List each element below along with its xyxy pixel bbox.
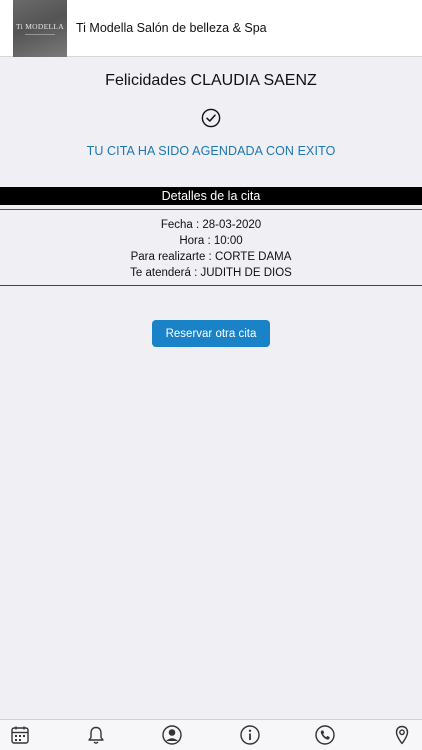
calendar-icon[interactable]	[9, 724, 31, 746]
check-circle-icon	[201, 108, 221, 128]
app-title: Ti Modella Salón de belleza & Spa	[76, 21, 267, 35]
greeting-text: Felicidades CLAUDIA SAENZ	[105, 72, 317, 89]
bottom-tab-bar	[0, 719, 422, 750]
app-header: Ti MODELLA Ti Modella Salón de belleza &…	[0, 0, 422, 57]
appointment-staff: Te atenderá : JUDITH DE DIOS	[130, 267, 292, 279]
details-heading: Detalles de la cita	[0, 187, 422, 205]
success-message: TU CITA HA SIDO AGENDADA CON EXITO	[86, 144, 336, 158]
info-icon[interactable]	[239, 724, 261, 746]
logo-underline	[25, 33, 55, 35]
logo-text: Ti MODELLA	[16, 21, 64, 31]
phone-icon[interactable]	[314, 724, 336, 746]
book-another-button[interactable]: Reservar otra cita	[152, 320, 270, 347]
appointment-service: Para realizarte : CORTE DAMA	[130, 251, 292, 263]
appointment-time: Hora : 10:00	[179, 235, 243, 247]
location-pin-icon[interactable]	[391, 724, 413, 746]
divider	[0, 285, 422, 286]
appointment-details: Fecha : 28-03-2020 Hora : 10:00 Para rea…	[0, 217, 422, 281]
bell-icon[interactable]	[85, 724, 107, 746]
profile-icon[interactable]	[161, 724, 183, 746]
divider	[0, 209, 422, 210]
salon-logo: Ti MODELLA	[13, 0, 67, 57]
appointment-date: Fecha : 28-03-2020	[160, 219, 262, 231]
